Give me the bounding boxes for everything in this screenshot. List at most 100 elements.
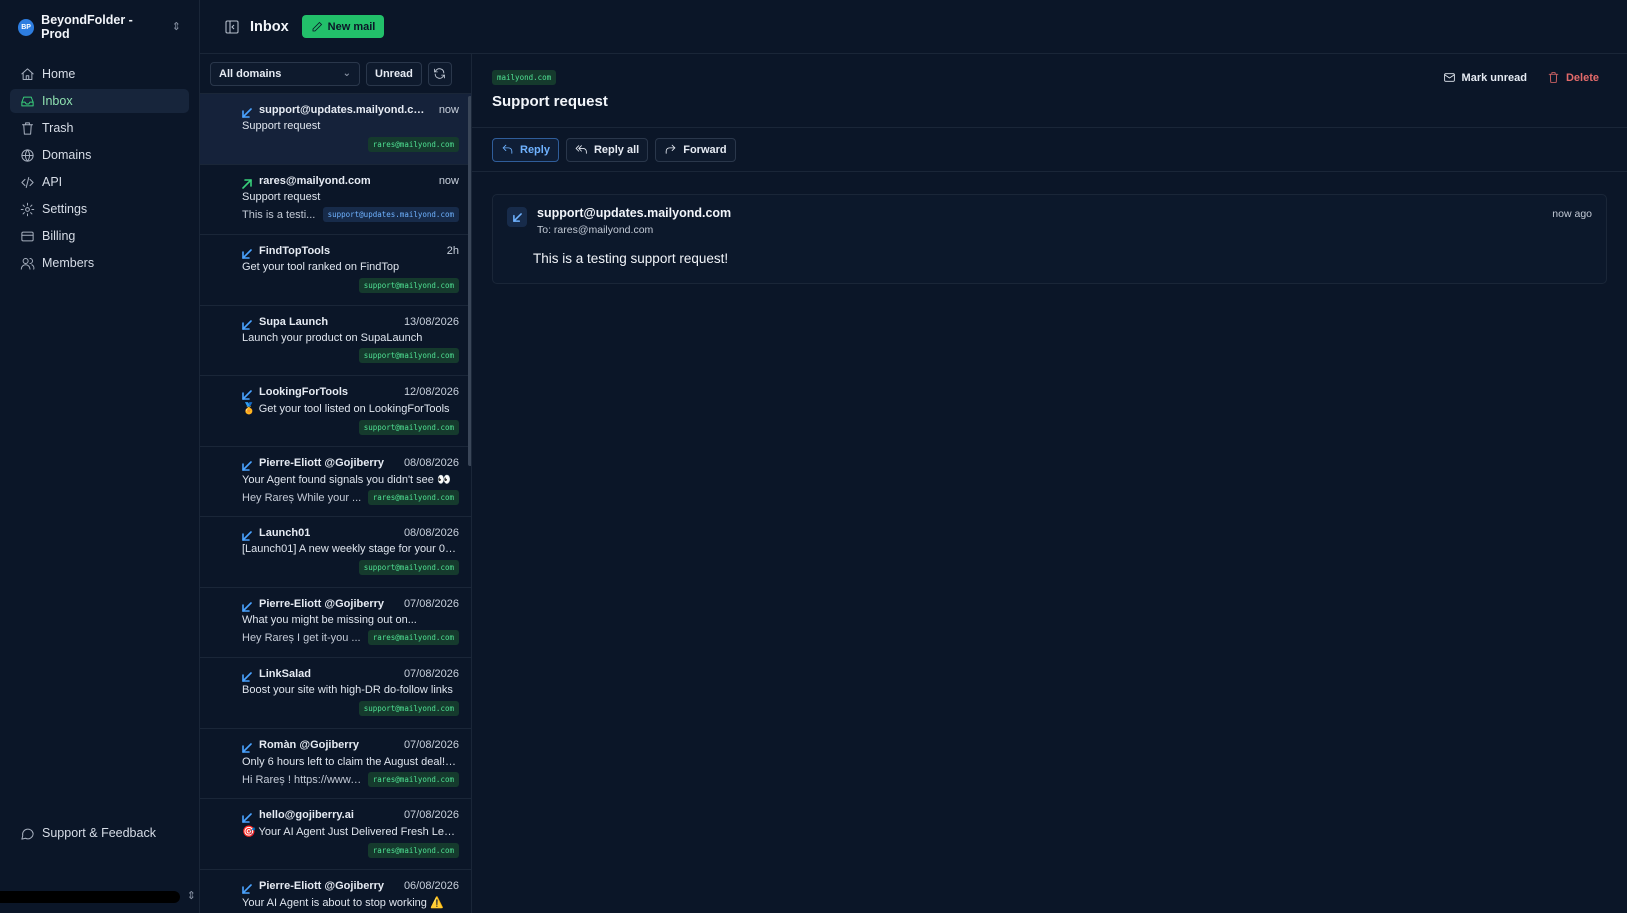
forward-icon: [665, 144, 676, 154]
reply-button[interactable]: Reply: [492, 137, 559, 162]
domain-select-value: All domains: [219, 67, 282, 80]
mail-detail-pane: mailyond.com Support request Mark unread…: [472, 54, 1627, 913]
chevron-down-icon: ⌄: [342, 68, 351, 79]
mail-subject: Only 6 hours left to claim the August de…: [242, 755, 459, 768]
sidebar-item-billing[interactable]: Billing: [10, 224, 189, 248]
sidebar-item-label: API: [42, 175, 63, 189]
mail-subject: What you might be missing out on...: [242, 613, 417, 626]
mail-list-item[interactable]: Launch01 08/08/2026 [Launch01] A new weekl…: [200, 517, 471, 588]
mail-sender: LinkSalad: [259, 668, 311, 680]
recipient-tag: rares@mailyond.com: [367, 490, 459, 505]
chevron-up-down-icon: ⇕: [171, 20, 181, 33]
mail-sender: hello@gojiberry.ai: [259, 809, 354, 821]
mark-unread-button[interactable]: Mark unread: [1443, 71, 1527, 84]
sidebar-nav: Home Inbox Trash Domains API Settings Billing M…: [0, 62, 199, 275]
sidebar-item-label: Inbox: [42, 94, 73, 108]
mail-subject: Get your tool ranked on FindTop: [242, 261, 400, 273]
refresh-button[interactable]: [427, 61, 452, 86]
incoming-arrow-icon: [242, 460, 252, 471]
reply-all-button[interactable]: Reply all: [565, 137, 649, 162]
support-label: Support & Feedback: [42, 826, 156, 840]
sidebar-item-domains[interactable]: Domains: [10, 143, 189, 167]
mail-time: 07/08/2026: [403, 738, 459, 751]
workspace-name: BeyondFolder - Prod: [41, 13, 133, 41]
mail-subject: Your Agent found signals you didn't see …: [242, 473, 451, 486]
mail-time: now: [438, 174, 459, 187]
mark-unread-label: Mark unread: [1461, 71, 1527, 84]
mail-subject: Support request: [242, 120, 321, 132]
sidebar-toggle-icon[interactable]: [224, 19, 240, 35]
reply-label: Reply: [520, 143, 550, 156]
incoming-arrow-icon: [507, 207, 527, 227]
mail-subject: Support request: [492, 93, 608, 110]
support-feedback-link[interactable]: Support & Feedback: [10, 821, 165, 845]
sidebar-item-label: Settings: [42, 202, 88, 216]
recipient-tag: support@mailyond.com: [358, 559, 459, 575]
mail-list-item[interactable]: Supa Launch 13/08/2026 Launch your product…: [200, 306, 471, 376]
recipient-tag: rares@mailyond.com: [367, 772, 459, 787]
mail-sender: rares@mailyond.com: [259, 174, 371, 187]
recipient-tag: rares@mailyond.com: [367, 630, 459, 645]
mail-sender: LookingForTools: [259, 386, 349, 398]
mail-time: 2h: [446, 245, 459, 257]
domain-tag: mailyond.com: [492, 70, 557, 85]
incoming-arrow-icon: [242, 319, 252, 330]
mail-list-pane: All domains ⌄ Unread support@updates.mai…: [200, 54, 472, 913]
mail-sender: Pierre-Eliott @Gojiberry: [259, 456, 385, 469]
sidebar-item-api[interactable]: API: [10, 170, 189, 194]
reply-all-label: Reply all: [593, 143, 640, 156]
delete-button[interactable]: Delete: [1547, 71, 1599, 84]
user-menu[interactable]: ⇕: [0, 889, 200, 905]
sidebar-item-trash[interactable]: Trash: [10, 116, 189, 140]
sidebar-item-settings[interactable]: Settings: [10, 197, 189, 221]
recipient-tag: rares@mailyond.com: [367, 842, 459, 858]
sidebar-item-members[interactable]: Members: [10, 251, 189, 275]
mail-sender: Romàn @Gojiberry: [259, 738, 359, 751]
domain-select[interactable]: All domains ⌄: [210, 61, 360, 86]
mail-time: 08/08/2026: [403, 456, 459, 469]
mail-list-item[interactable]: Pierre-Eliott @Gojiberry 06/08/2026 Your A…: [200, 870, 471, 913]
mail-list-item[interactable]: hello@gojiberry.ai 07/08/2026 🎯 Your AI Ag…: [200, 799, 471, 870]
message-recipient: To: rares@mailyond.com: [537, 224, 654, 236]
outgoing-arrow-icon: [242, 178, 252, 189]
mail-list-item[interactable]: FindTopTools 2h Get your tool ranked on Fi…: [200, 235, 471, 306]
mail-time: 08/08/2026: [403, 527, 459, 539]
mail-time: 12/08/2026: [403, 386, 459, 398]
reply-toolbar: Reply Reply all Forward: [472, 128, 1627, 172]
incoming-arrow-icon: [242, 742, 252, 753]
mail-list-item[interactable]: Pierre-Eliott @Gojiberry 08/08/2026 Your A…: [200, 447, 471, 517]
mail-subject: Your AI Agent is about to stop working ⚠…: [242, 896, 444, 909]
mail-actions: Mark unread Delete: [1443, 71, 1599, 84]
sidebar-item-inbox[interactable]: Inbox: [10, 89, 189, 113]
mail-list-item[interactable]: LookingForTools 12/08/2026 🏅 Get your tool…: [200, 376, 471, 447]
mail-sender: Pierre-Eliott @Gojiberry: [259, 597, 385, 610]
workspace-switcher[interactable]: BP BeyondFolder - Prod ⇕: [0, 0, 199, 54]
mail-subject: [Launch01] A new weekly stage for your 0…: [242, 543, 459, 555]
mail-preview: Hey Rareș While your ...: [242, 491, 362, 504]
mail-sender: support@updates.mailyond.com: [259, 104, 429, 116]
mail-time: 06/08/2026: [403, 879, 459, 892]
message-card: support@updates.mailyond.com To: rares@m…: [492, 194, 1607, 284]
sidebar-item-label: Billing: [42, 229, 76, 243]
mail-time: now: [438, 104, 459, 116]
mail-list-item[interactable]: LinkSalad 07/08/2026 Boost your site with …: [200, 658, 471, 729]
sidebar-item-label: Trash: [42, 121, 74, 135]
incoming-arrow-icon: [242, 671, 252, 682]
mail-time: 07/08/2026: [403, 809, 459, 821]
unread-filter-button[interactable]: Unread: [366, 61, 422, 86]
workspace-avatar: BP: [18, 18, 35, 36]
mail-list-item[interactable]: support@updates.mailyond.com now Support r…: [200, 94, 471, 165]
message-body: This is a testing support request!: [533, 251, 729, 266]
sidebar-item-home[interactable]: Home: [10, 62, 189, 86]
mail-list-item[interactable]: Romàn @Gojiberry 07/08/2026 Only 6 hours l…: [200, 729, 471, 799]
recipient-tag: support@updates.mailyond.com: [322, 207, 459, 222]
mail-list-item[interactable]: Pierre-Eliott @Gojiberry 07/08/2026 What y…: [200, 588, 471, 658]
mail-subject: Support request: [242, 190, 321, 203]
new-mail-label: New mail: [327, 20, 376, 33]
forward-button[interactable]: Forward: [655, 137, 736, 162]
mail-list-item[interactable]: rares@mailyond.com now Support request This…: [200, 165, 471, 235]
inbox-icon: [19, 93, 35, 109]
new-mail-button[interactable]: New mail: [301, 15, 385, 38]
mail-subject: Launch your product on SupaLaunch: [242, 331, 423, 344]
recipient-tag: support@mailyond.com: [358, 419, 459, 435]
